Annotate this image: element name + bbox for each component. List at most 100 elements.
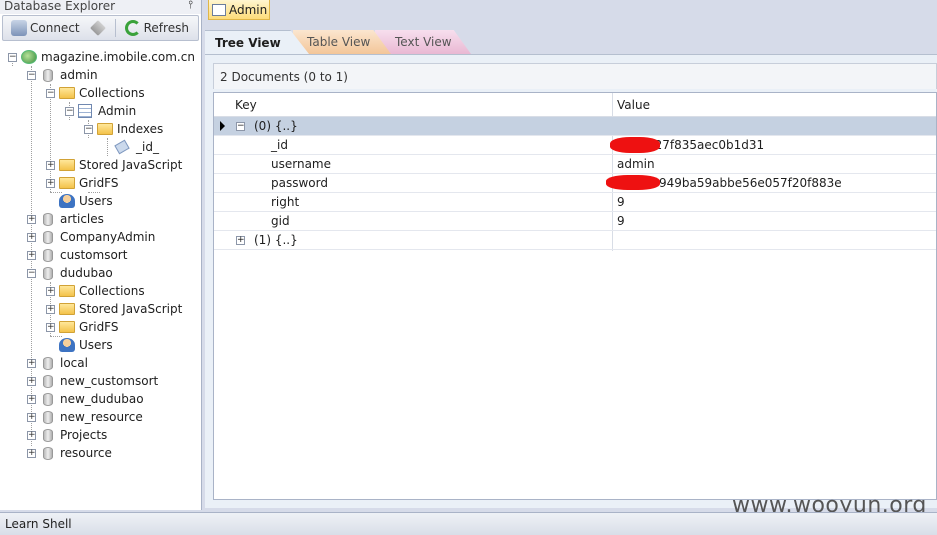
- tree-node-label: dudubao: [60, 266, 113, 280]
- tree-node-label: Admin: [98, 104, 137, 118]
- table-row-field-right[interactable]: right 9: [214, 193, 936, 212]
- disconnect-icon: [89, 20, 106, 36]
- tab-text-view[interactable]: Text View: [375, 30, 471, 54]
- table-row-field-password[interactable]: password 949ba59abbe56e057f20f883e: [214, 174, 936, 193]
- expand-toggle[interactable]: +: [27, 448, 36, 458]
- table-row-field-gid[interactable]: gid 9: [214, 212, 936, 231]
- panel-title-text: Database Explorer: [4, 0, 116, 13]
- column-header-value[interactable]: Value: [617, 98, 650, 112]
- results-grid: Key Value − (0) {..} _id a34e327f835aec0…: [213, 92, 937, 500]
- tree-node-label: _id_: [136, 140, 159, 154]
- current-row-pointer-icon: [220, 121, 225, 131]
- tree-node-db-articles[interactable]: + articles: [27, 210, 104, 228]
- server-icon: [21, 50, 37, 64]
- tree-node-label: resource: [60, 446, 112, 460]
- row-value: 9: [617, 214, 625, 228]
- tree-node-dudubao-gridfs[interactable]: + GridFS: [46, 318, 119, 336]
- tree-node-dudubao-users[interactable]: Users: [46, 336, 113, 354]
- expand-toggle[interactable]: +: [27, 214, 36, 224]
- tree-node-label: magazine.imobile.com.cn: [41, 50, 195, 64]
- folder-icon: [59, 303, 75, 315]
- expand-toggle[interactable]: +: [46, 160, 55, 170]
- tree-node-label: Stored JavaScript: [79, 302, 183, 316]
- expand-toggle[interactable]: +: [236, 236, 245, 245]
- tree-node-label: admin: [60, 68, 98, 82]
- column-header-key[interactable]: Key: [235, 98, 257, 112]
- collapse-toggle[interactable]: −: [27, 268, 36, 278]
- expand-toggle[interactable]: +: [27, 232, 36, 242]
- row-key: password: [271, 176, 328, 190]
- database-explorer-panel: Database Explorer ⫯ Connect Refresh − ma…: [0, 0, 202, 510]
- collapse-toggle[interactable]: −: [84, 124, 93, 134]
- expand-toggle[interactable]: +: [27, 376, 36, 386]
- table-row-doc1[interactable]: + (1) {..}: [214, 231, 936, 250]
- database-icon: [43, 248, 53, 262]
- tree-node-admin-stored-js[interactable]: + Stored JavaScript: [46, 156, 182, 174]
- tree-node-dudubao-stored-js[interactable]: + Stored JavaScript: [46, 300, 182, 318]
- collapse-toggle[interactable]: −: [65, 106, 74, 116]
- tree-node-db-admin[interactable]: − admin: [27, 66, 98, 84]
- disconnect-button[interactable]: [86, 18, 110, 38]
- connect-button[interactable]: Connect: [7, 18, 84, 38]
- table-row-doc0[interactable]: − (0) {..}: [214, 117, 936, 136]
- collection-icon: [78, 104, 92, 118]
- refresh-label: Refresh: [143, 21, 189, 35]
- user-icon: [59, 194, 75, 208]
- learn-shell-tab[interactable]: Learn Shell: [5, 517, 72, 531]
- collapse-toggle[interactable]: −: [8, 52, 17, 62]
- collection-tab-icon: [212, 3, 226, 16]
- tab-label: Table View: [307, 35, 371, 49]
- expand-toggle[interactable]: +: [27, 430, 36, 440]
- expand-toggle[interactable]: +: [27, 412, 36, 422]
- collapse-toggle[interactable]: −: [27, 70, 36, 80]
- expand-toggle[interactable]: +: [27, 394, 36, 404]
- expand-toggle[interactable]: +: [46, 286, 55, 296]
- results-area: 2 Documents (0 to 1) Key Value − (0) {..…: [205, 54, 937, 508]
- collapse-toggle[interactable]: −: [236, 122, 245, 131]
- panel-title: Database Explorer ⫯: [0, 0, 201, 14]
- database-icon: [43, 392, 53, 406]
- redaction-mark: [606, 175, 660, 190]
- tree-node-admin-gridfs[interactable]: + GridFS: [46, 174, 119, 192]
- tree-node-db-local[interactable]: + local: [27, 354, 88, 372]
- tree-node-admin-collections[interactable]: − Collections: [46, 84, 145, 102]
- expand-toggle[interactable]: +: [27, 358, 36, 368]
- tree-node-db-new-resource[interactable]: + new_resource: [27, 408, 143, 426]
- tree-node-server[interactable]: − magazine.imobile.com.cn: [8, 48, 195, 66]
- folder-icon: [59, 285, 75, 297]
- tree-node-db-resource[interactable]: + resource: [27, 444, 112, 462]
- expand-toggle[interactable]: +: [46, 178, 55, 188]
- refresh-button[interactable]: Refresh: [121, 18, 193, 38]
- tree-node-label: Indexes: [117, 122, 164, 136]
- tree-node-index-id[interactable]: _id_: [103, 138, 159, 156]
- tree-node-db-projects[interactable]: + Projects: [27, 426, 107, 444]
- expand-toggle[interactable]: +: [46, 322, 55, 332]
- results-summary: 2 Documents (0 to 1): [213, 63, 937, 89]
- tree-node-db-customsort[interactable]: + customsort: [27, 246, 127, 264]
- tree-node-db-companyadmin[interactable]: + CompanyAdmin: [27, 228, 155, 246]
- tree-node-admin-users[interactable]: Users: [46, 192, 113, 210]
- tree-node-db-dudubao[interactable]: − dudubao: [27, 264, 113, 282]
- collapse-toggle[interactable]: −: [46, 88, 55, 98]
- database-icon: [43, 446, 53, 460]
- tree-node-dudubao-collections[interactable]: + Collections: [46, 282, 145, 300]
- tab-label: Text View: [395, 35, 452, 49]
- tree-node-collection-admin[interactable]: − Admin: [65, 102, 136, 120]
- pin-icon[interactable]: ⫯: [188, 0, 193, 11]
- document-tab-admin[interactable]: Admin: [208, 0, 270, 20]
- document-tab-label: Admin: [229, 2, 268, 17]
- expand-toggle[interactable]: +: [46, 304, 55, 314]
- expand-toggle[interactable]: +: [27, 250, 36, 260]
- row-key: _id: [271, 138, 288, 152]
- tree-node-db-new-customsort[interactable]: + new_customsort: [27, 372, 158, 390]
- toolbar-separator: [114, 19, 116, 37]
- database-icon: [43, 230, 53, 244]
- tree-node-db-new-dudubao[interactable]: + new_dudubao: [27, 390, 144, 408]
- folder-icon: [59, 321, 75, 333]
- table-row-field-id[interactable]: _id a34e327f835aec0b1d31: [214, 136, 936, 155]
- table-row-field-username[interactable]: username admin: [214, 155, 936, 174]
- tree-node-indexes[interactable]: − Indexes: [84, 120, 163, 138]
- database-icon: [43, 212, 53, 226]
- refresh-icon: [124, 20, 141, 36]
- tree-node-label: new_resource: [60, 410, 143, 424]
